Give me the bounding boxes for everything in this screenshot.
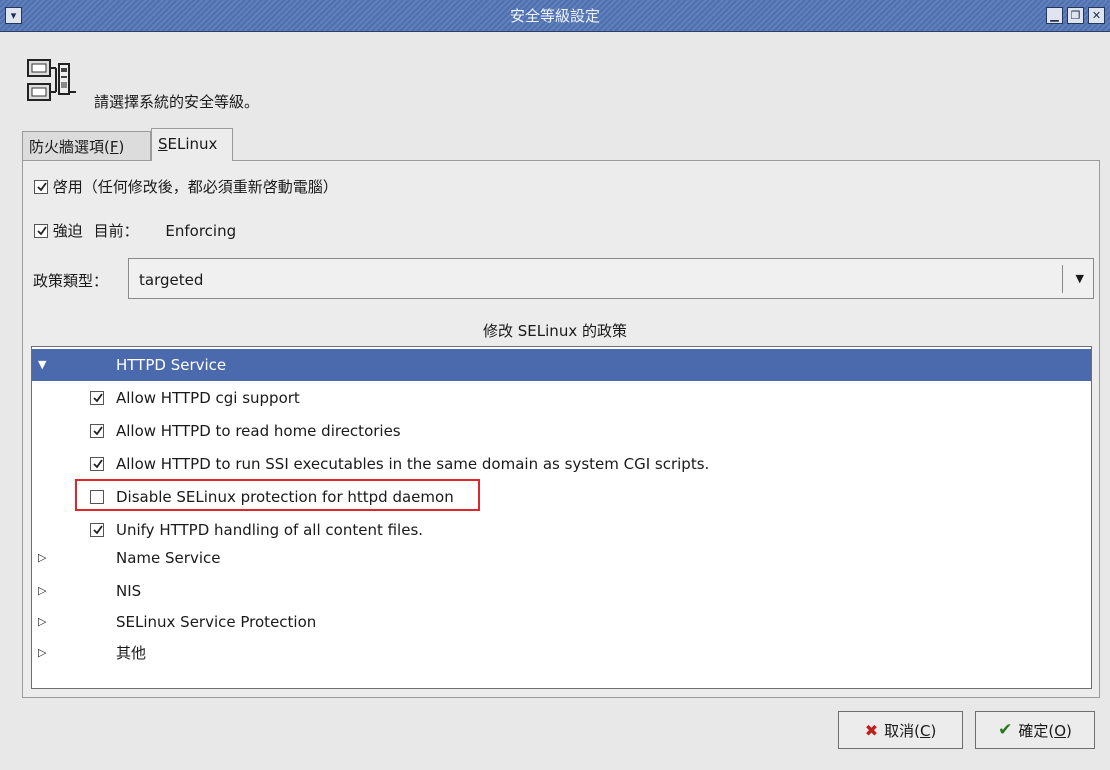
current-value: Enforcing bbox=[165, 222, 237, 240]
title-bar[interactable]: ▾ 安全等級設定 ▁ ❐ ✕ bbox=[0, 0, 1110, 32]
item-checkbox[interactable] bbox=[90, 457, 104, 471]
item-checkbox[interactable] bbox=[90, 391, 104, 405]
cancel-x-icon: ✖ bbox=[864, 720, 879, 740]
tree-group-httpd[interactable]: ▼ HTTPD Service bbox=[32, 349, 1091, 381]
item-checkbox[interactable] bbox=[90, 490, 104, 504]
collapsed-triangle-icon[interactable]: ▷ bbox=[38, 637, 46, 669]
expanded-triangle-icon[interactable]: ▼ bbox=[38, 349, 46, 381]
collapsed-triangle-icon[interactable]: ▷ bbox=[38, 575, 46, 607]
collapsed-triangle-icon[interactable]: ▷ bbox=[38, 606, 46, 638]
maximize-icon[interactable]: ❐ bbox=[1067, 7, 1084, 24]
collapsed-triangle-icon[interactable]: ▷ bbox=[38, 542, 46, 574]
close-icon[interactable]: ✕ bbox=[1088, 7, 1105, 24]
chevron-down-icon[interactable]: ▼ bbox=[1076, 272, 1084, 285]
tree-item[interactable]: Allow HTTPD to read home directories bbox=[32, 415, 1091, 447]
tab-selinux[interactable]: SELinux bbox=[151, 128, 233, 161]
policy-type-value: targeted bbox=[139, 271, 204, 289]
item-checkbox[interactable] bbox=[90, 523, 104, 537]
tab-firewall-options[interactable]: 防火牆選項(F) bbox=[22, 131, 151, 161]
combo-separator bbox=[1062, 265, 1063, 293]
enable-checkbox[interactable] bbox=[34, 180, 48, 194]
tree-group[interactable]: ▷ NIS bbox=[32, 575, 1091, 607]
enforce-option[interactable]: 強迫 目前： Enforcing bbox=[34, 220, 236, 241]
header-text: 請選擇系統的安全等級。 bbox=[94, 93, 260, 111]
policy-type-label: 政策類型： bbox=[33, 272, 109, 290]
section-title: 修改 SELinux 的政策 bbox=[483, 322, 627, 340]
tree-item[interactable]: Allow HTTPD cgi support bbox=[32, 382, 1091, 414]
policy-tree[interactable]: ▼ HTTPD Service Allow HTTPD cgi support … bbox=[31, 346, 1092, 689]
security-computers-icon bbox=[27, 59, 76, 101]
tree-group[interactable]: ▷ 其他 bbox=[32, 637, 1091, 669]
ok-button[interactable]: ✔ 確定(O) bbox=[975, 711, 1095, 749]
window-title: 安全等級設定 bbox=[509, 7, 600, 25]
tree-item[interactable]: Allow HTTPD to run SSI executables in th… bbox=[32, 448, 1091, 480]
tree-group[interactable]: ▷ SELinux Service Protection bbox=[32, 606, 1091, 638]
enable-label: 啓用（任何修改後，都必須重新啓動電腦） bbox=[52, 178, 338, 196]
policy-type-select[interactable]: targeted ▼ bbox=[128, 258, 1094, 299]
tree-item[interactable]: Disable SELinux protection for httpd dae… bbox=[32, 481, 1091, 513]
enable-selinux-option[interactable]: 啓用（任何修改後，都必須重新啓動電腦） bbox=[34, 176, 338, 197]
ok-check-icon: ✔ bbox=[998, 720, 1013, 740]
tree-group[interactable]: ▷ Name Service bbox=[32, 542, 1091, 574]
current-label: 目前： bbox=[93, 222, 139, 240]
cancel-button[interactable]: ✖ 取消(C) bbox=[838, 711, 963, 749]
minimize-icon[interactable]: ▁ bbox=[1046, 7, 1063, 24]
item-checkbox[interactable] bbox=[90, 424, 104, 438]
enforce-checkbox[interactable] bbox=[34, 224, 48, 238]
enforce-label: 強迫 bbox=[52, 222, 83, 240]
